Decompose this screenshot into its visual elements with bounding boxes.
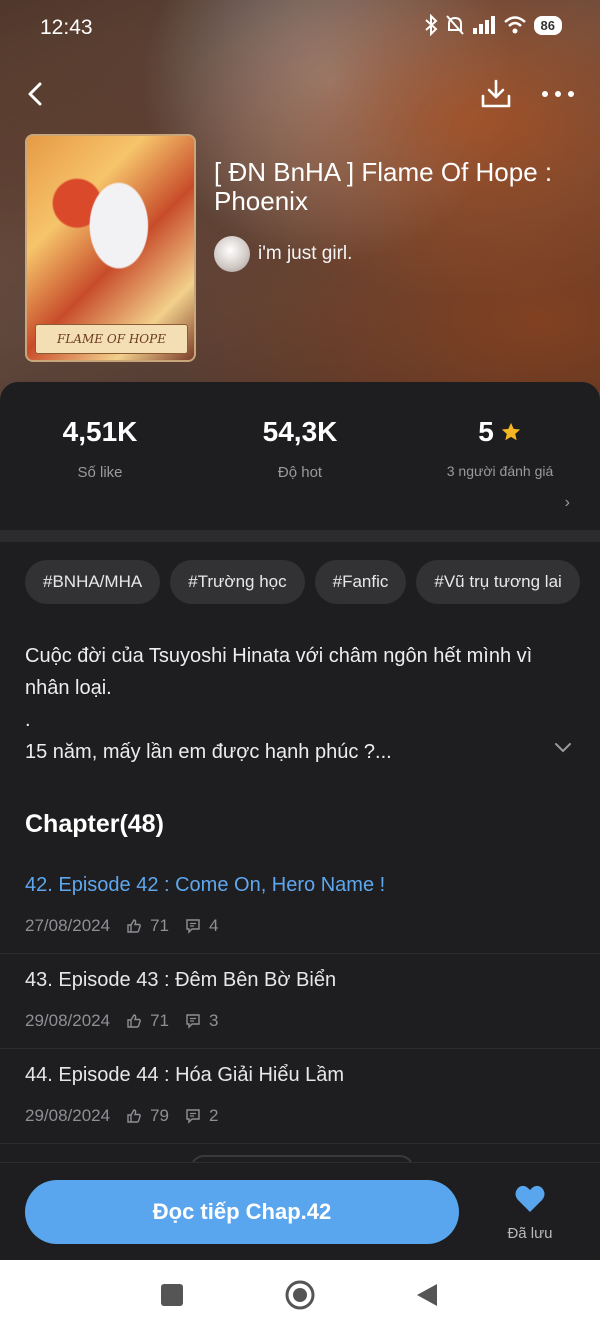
chapter-comments: 4 bbox=[209, 916, 219, 935]
tag-chip[interactable]: #Fanfic bbox=[314, 560, 407, 604]
rating-value: 5 bbox=[478, 416, 494, 447]
stat-rating[interactable]: 5 3 người đánh giá bbox=[400, 412, 600, 480]
chapter-meta: 27/08/2024 71 4 bbox=[25, 916, 218, 936]
status-time: 12:43 bbox=[40, 16, 93, 39]
tag-chip[interactable]: #Trường học bbox=[170, 560, 305, 604]
chapter-title[interactable]: 42. Episode 42 : Come On, Hero Name ! bbox=[25, 874, 385, 897]
cover-banner-text: FLAME OF HOPE bbox=[35, 324, 188, 354]
author-row[interactable]: i'm just girl. bbox=[214, 236, 352, 272]
download-icon[interactable] bbox=[478, 76, 514, 112]
nav-back-icon[interactable] bbox=[415, 1282, 439, 1308]
chapter-date: 27/08/2024 bbox=[25, 916, 111, 935]
chapter-title[interactable]: 44. Episode 44 : Hóa Giải Hiểu Lầm bbox=[25, 1064, 344, 1087]
section-divider bbox=[0, 530, 600, 542]
rating-row: 5 bbox=[400, 412, 600, 452]
book-title: [ ĐN BnHA ] Flame Of Hope : Phoenix bbox=[214, 157, 553, 216]
likes-label: Số like bbox=[77, 464, 123, 481]
chapter-likes: 79 bbox=[150, 1106, 170, 1125]
wifi-icon bbox=[503, 16, 526, 34]
hot-label: Độ hot bbox=[277, 464, 323, 481]
system-nav-bar bbox=[0, 1260, 600, 1333]
stat-likes: 4,51K Số like bbox=[0, 412, 200, 481]
top-app-bar bbox=[0, 70, 600, 118]
saved-button[interactable]: Đã lưu bbox=[500, 1184, 560, 1242]
chapter-date: 29/08/2024 bbox=[25, 1106, 111, 1125]
hot-value: 54,3K bbox=[262, 416, 338, 447]
recents-icon[interactable] bbox=[161, 1284, 183, 1306]
chevron-right-icon[interactable]: › bbox=[565, 494, 570, 512]
chapter-row[interactable]: 43. Episode 43 : Đêm Bên Bờ Biển 29/08/2… bbox=[0, 953, 600, 1049]
bluetooth-icon bbox=[424, 14, 437, 36]
stat-hot: 54,3K Độ hot bbox=[200, 412, 400, 481]
chapter-meta: 29/08/2024 79 2 bbox=[25, 1106, 218, 1126]
chapter-title[interactable]: 43. Episode 43 : Đêm Bên Bờ Biển bbox=[25, 969, 336, 992]
saved-label: Đã lưu bbox=[507, 1225, 553, 1242]
back-arrow-icon[interactable] bbox=[22, 78, 50, 110]
star-icon bbox=[501, 422, 520, 441]
description[interactable]: Cuộc đời của Tsuyoshi Hinata với châm ng… bbox=[25, 640, 565, 768]
heart-icon bbox=[515, 1185, 545, 1212]
chapter-date: 29/08/2024 bbox=[25, 1011, 111, 1030]
thumbs-up-icon bbox=[126, 918, 142, 934]
thumbs-up-icon bbox=[126, 1108, 142, 1124]
chapter-row[interactable]: 44. Episode 44 : Hóa Giải Hiểu Lầm 29/08… bbox=[0, 1048, 600, 1144]
book-cover: FLAME OF HOPE bbox=[25, 134, 196, 362]
status-icons: 86 bbox=[424, 14, 562, 36]
comment-icon bbox=[185, 918, 201, 934]
signal-icon bbox=[472, 16, 495, 34]
description-line: Cuộc đời của Tsuyoshi Hinata với châm ng… bbox=[25, 645, 533, 699]
stats-row: 4,51K Số like 54,3K Độ hot 5 3 người đán… bbox=[0, 412, 600, 524]
tag-list: #BNHA/MHA #Trường học #Fanfic #Vũ trụ tương… bbox=[25, 560, 600, 604]
tag-chip[interactable]: #Vũ trụ tương lai bbox=[416, 560, 580, 604]
home-icon[interactable] bbox=[284, 1279, 316, 1311]
thumbs-up-icon bbox=[126, 1013, 142, 1029]
chapter-likes: 71 bbox=[150, 1011, 170, 1030]
more-options-icon[interactable] bbox=[540, 84, 576, 104]
expand-chevron-icon[interactable] bbox=[552, 736, 574, 758]
comment-icon bbox=[185, 1013, 201, 1029]
description-line: . bbox=[25, 709, 31, 731]
mute-bell-icon bbox=[445, 15, 464, 35]
chapters-heading: Chapter(48) bbox=[25, 810, 164, 838]
rating-label: 3 người đánh giá bbox=[446, 463, 554, 479]
chapter-meta: 29/08/2024 71 3 bbox=[25, 1011, 218, 1031]
description-line: 15 năm, mấy lần em được hạnh phúc ?... bbox=[25, 741, 392, 763]
comment-icon bbox=[185, 1108, 201, 1124]
chapter-comments: 3 bbox=[209, 1011, 219, 1030]
continue-reading-button[interactable]: Đọc tiếp Chap.42 bbox=[25, 1180, 459, 1244]
chapter-row[interactable]: 42. Episode 42 : Come On, Hero Name ! 27… bbox=[0, 858, 600, 954]
chapter-comments: 2 bbox=[209, 1106, 219, 1125]
author-avatar[interactable] bbox=[214, 236, 250, 272]
likes-value: 4,51K bbox=[62, 416, 138, 447]
author-name[interactable]: i'm just girl. bbox=[258, 243, 352, 265]
status-bar: 12:43 86 bbox=[0, 0, 600, 56]
tag-chip[interactable]: #BNHA/MHA bbox=[25, 560, 161, 604]
chapter-likes: 71 bbox=[150, 916, 170, 935]
battery-indicator: 86 bbox=[533, 15, 562, 35]
